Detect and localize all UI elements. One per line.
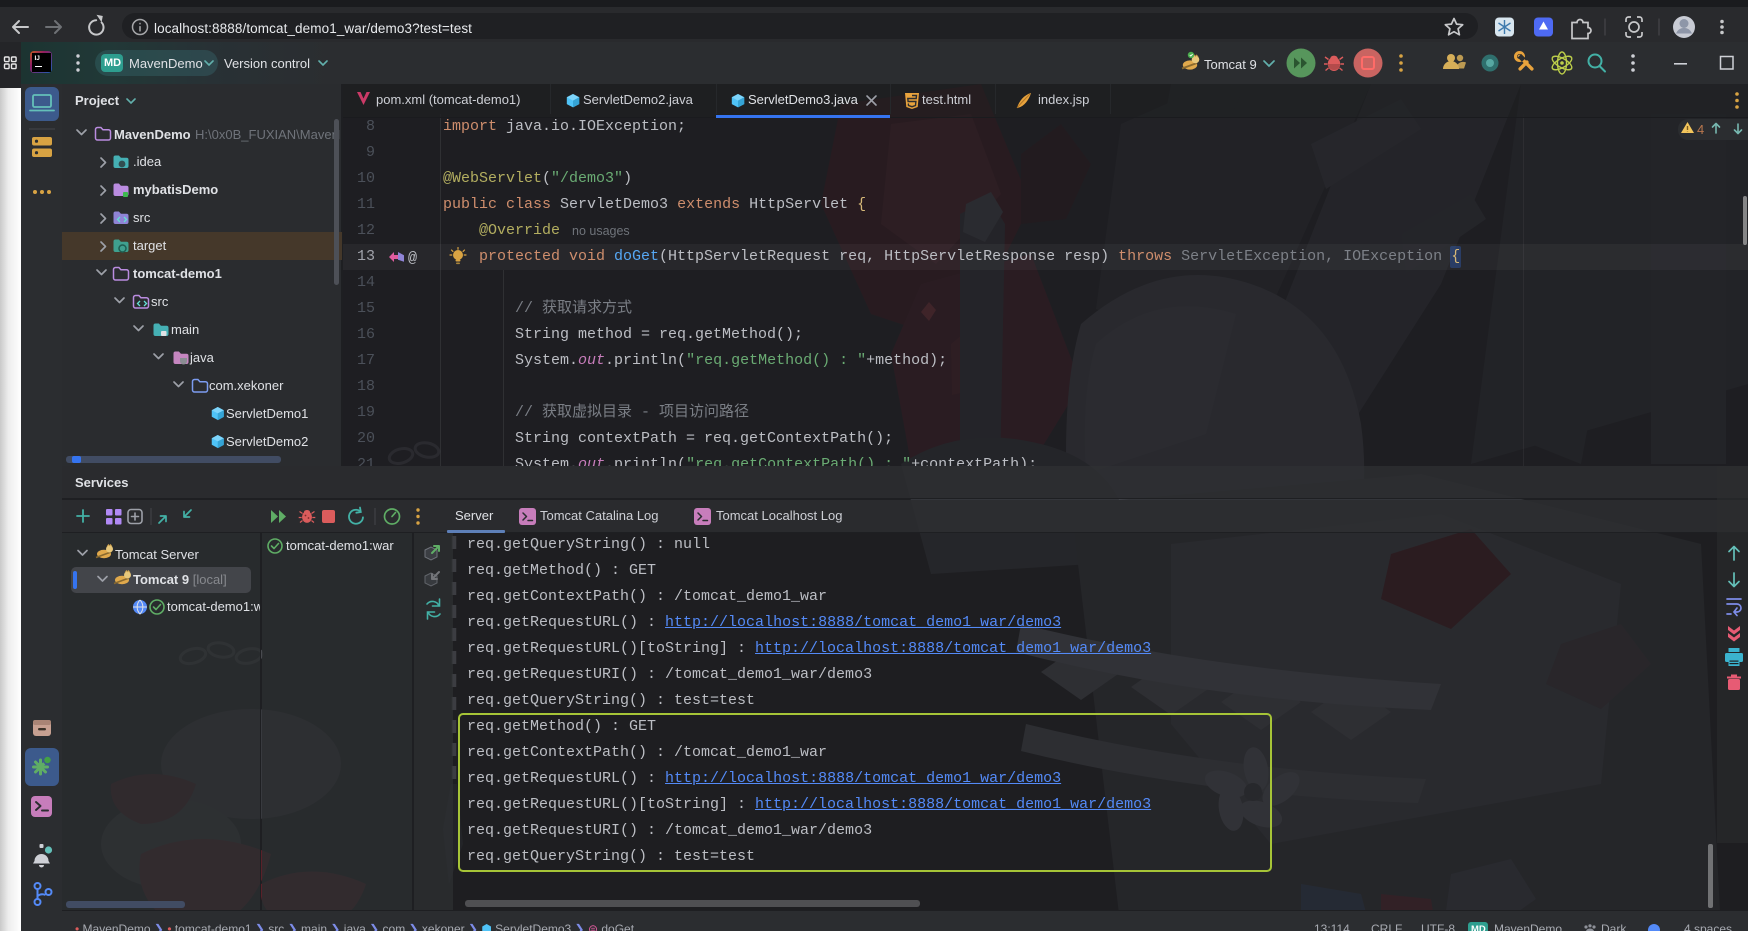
- svg-text:Tomcat 9: Tomcat 9: [1204, 57, 1257, 72]
- svg-text:@: @: [408, 250, 417, 267]
- svg-text:4: 4: [1697, 122, 1704, 137]
